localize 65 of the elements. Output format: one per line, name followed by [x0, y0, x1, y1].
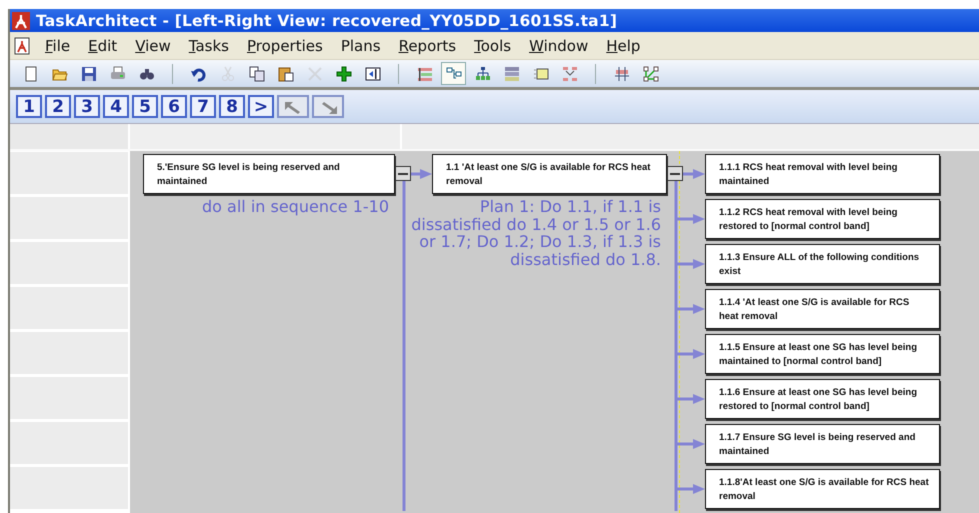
level-button[interactable]: 6	[161, 95, 187, 118]
bars-icon	[416, 66, 432, 82]
new-file-icon	[22, 66, 38, 82]
task-node[interactable]: 1.1.7 Ensure SG level is being reserved and maintained	[705, 424, 940, 464]
level-button[interactable]: 4	[103, 95, 129, 118]
connector-arrow	[676, 259, 705, 269]
task-node[interactable]: 1.1.8'At least one S/G is available for RCS heat removal	[705, 469, 940, 509]
connector-arrow	[676, 349, 705, 359]
menu-item[interactable]: Reports	[390, 34, 466, 56]
menu-item[interactable]: Tasks	[180, 34, 238, 56]
menu-item[interactable]: View	[126, 34, 180, 56]
task-node[interactable]: 1.1.5 Ensure at least one SG has level being maintained to [normal control band]	[705, 334, 940, 374]
connector-arrow	[676, 214, 705, 224]
menu-item[interactable]: Plans	[332, 34, 390, 56]
document-icon[interactable]	[14, 36, 30, 54]
connector-arrow	[411, 169, 432, 179]
toolbar-button[interactable]	[441, 62, 466, 85]
level-button[interactable]: 3	[74, 95, 100, 118]
copy-icon	[248, 66, 264, 82]
menu-item[interactable]: Properties	[238, 34, 332, 56]
flow-icon	[562, 66, 578, 82]
task-node[interactable]: 1.1.6 Ensure at least one SG has level being restored to [normal control band]	[705, 379, 940, 419]
panel-icon	[364, 66, 380, 82]
plus-icon	[336, 66, 352, 82]
scissors-icon	[220, 66, 236, 82]
plan-text: do all in sequence 1-10	[201, 198, 389, 216]
printer-icon	[110, 66, 126, 82]
save-icon	[80, 66, 96, 82]
menu-item[interactable]: File	[36, 34, 80, 56]
task-node[interactable]: 5.'Ensure SG level is being reserved and maintained	[143, 154, 395, 194]
delete-icon	[306, 66, 322, 82]
table-icon	[614, 66, 630, 82]
level-button[interactable]: 5	[132, 95, 158, 118]
level-button[interactable]: 2	[45, 95, 71, 118]
menu-item[interactable]: Tools	[465, 34, 520, 56]
task-node[interactable]: 1.1 'At least one S/G is available for RCS heat removal	[432, 154, 667, 194]
task-node[interactable]: 1.1.2 RCS heat removal with level being restored to [normal control band]	[705, 199, 940, 239]
connector-arrow	[676, 304, 705, 314]
links-icon	[642, 66, 658, 82]
menu-item[interactable]: Help	[597, 34, 650, 56]
left-right-view-icon	[446, 66, 462, 82]
paste-icon	[278, 66, 294, 82]
tree-icon	[474, 66, 490, 82]
level-button[interactable]: 7	[190, 95, 216, 118]
task-node[interactable]: 1.1.3 Ensure ALL of the following conditions exist	[705, 244, 940, 284]
undo-icon	[190, 66, 206, 82]
nav-button[interactable]	[312, 95, 344, 118]
task-node[interactable]: 1.1.1 RCS heat removal with level being maintained	[705, 154, 940, 194]
window-title: TaskArchitect - [Left-Right View: recovered_YY05DD_1601SS.ta1]	[36, 12, 618, 30]
menu-item[interactable]: Window	[520, 34, 598, 56]
menu-item[interactable]: Edit	[79, 34, 126, 56]
level-button[interactable]: 1	[16, 95, 42, 118]
connector-arrow	[676, 394, 705, 404]
grid-icon	[504, 66, 520, 82]
connector-arrow	[676, 439, 705, 449]
plan-text: Plan 1: Do 1.1, if 1.1 is dissatisfied do 1.4 or 1.5 or 1.6 or 1.7; Do 1.2; Do 1.3, if 1.3 is dissatisfied do 1.8.	[410, 198, 661, 268]
level-button[interactable]: 8	[219, 95, 245, 118]
level-button[interactable]: >	[248, 95, 274, 118]
connector-arrow	[683, 169, 705, 179]
nav-button[interactable]	[277, 95, 309, 118]
list-icon	[532, 66, 548, 82]
task-node[interactable]: 1.1.4 'At least one S/G is available for RCS heat removal	[705, 289, 940, 329]
collapse-toggle[interactable]	[667, 166, 683, 181]
collapse-toggle[interactable]	[395, 166, 411, 181]
connector-arrow	[676, 484, 705, 494]
